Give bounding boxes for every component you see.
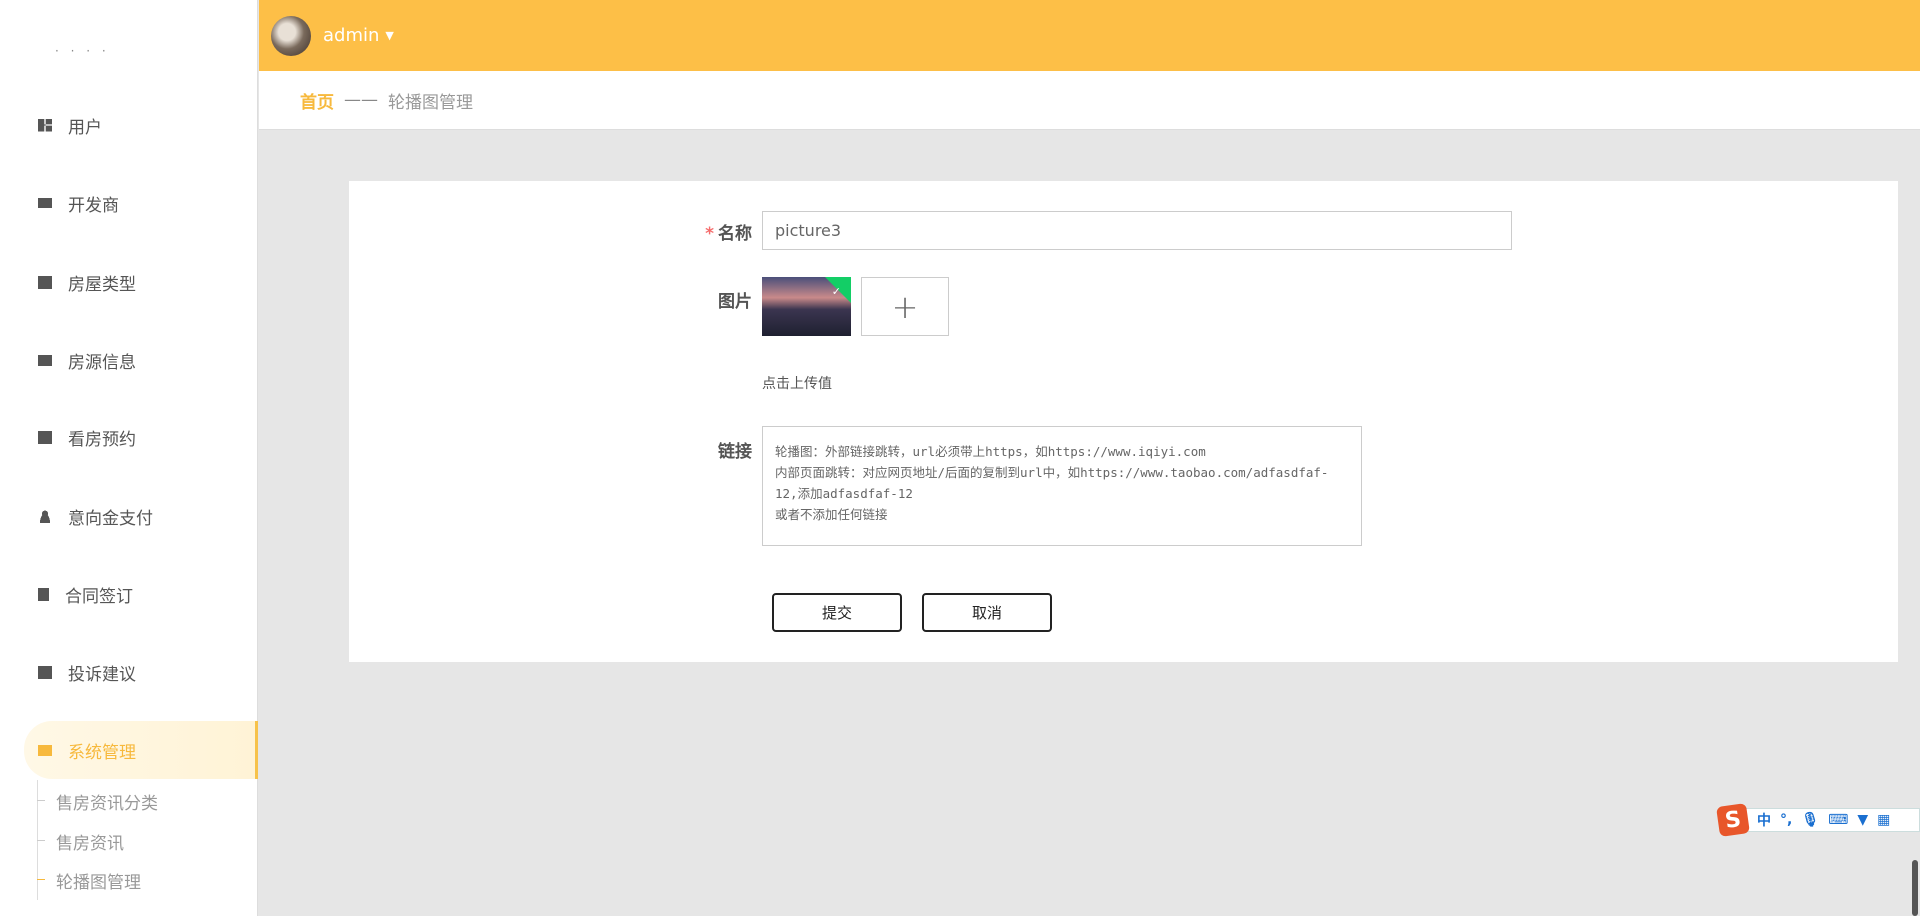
avatar[interactable] [271, 15, 311, 56]
wallet-icon [38, 198, 52, 208]
grid-icon [38, 118, 52, 132]
sidebar-item-developers[interactable]: 开发商 [0, 175, 258, 231]
breadcrumb-home[interactable]: 首页 [300, 88, 334, 113]
sidebar-item-label: 意向金支付 [68, 508, 153, 529]
apps-icon[interactable]: ▦ [1877, 812, 1890, 828]
username[interactable]: admin [323, 25, 379, 46]
sogou-logo-icon: S [1716, 803, 1750, 837]
uploaded-image-thumbnail[interactable]: ✓ [762, 277, 851, 336]
grid-icon [38, 275, 52, 289]
form-card: * 名称 picture3 图片 ✓ + 点击上传值 链接 轮播图：外部链接跳转，… [349, 181, 1898, 662]
breadcrumb: 首页 —— 轮播图管理 [259, 71, 1920, 130]
shirt-icon[interactable]: ▼ [1857, 812, 1868, 828]
sidebar-item-label: 开发商 [68, 195, 119, 216]
sidebar-item-listings[interactable]: 房源信息 [0, 332, 258, 388]
sidebar-item-label: 用户 [68, 117, 102, 138]
breadcrumb-current: 轮播图管理 [388, 92, 473, 113]
sidebar-item-label: 房屋类型 [68, 274, 136, 295]
sidebar-item-system[interactable]: 系统管理 [24, 721, 258, 779]
sidebar-item-contract[interactable]: 合同签订 [0, 566, 258, 622]
ime-mode[interactable]: 中 [1757, 810, 1771, 830]
submenu-news[interactable]: 售房资讯 [56, 829, 124, 854]
microphone-icon[interactable]: 🎙 [1801, 812, 1819, 828]
top-header: admin ▼ [259, 0, 1920, 71]
name-label: * 名称 [705, 224, 752, 244]
sidebar-item-house-types[interactable]: 房屋类型 [0, 254, 258, 310]
keyboard-icon[interactable]: ⌨ [1828, 812, 1848, 828]
ime-punct[interactable]: °, [1780, 812, 1792, 828]
submenu-news-category[interactable]: 售房资讯分类 [56, 789, 158, 814]
name-input[interactable]: picture3 [762, 211, 1512, 250]
cancel-button[interactable]: 取消 [922, 593, 1052, 632]
monitor-icon [38, 744, 52, 756]
caret-down-icon[interactable]: ▼ [385, 29, 393, 42]
sidebar-item-label: 看房预约 [68, 429, 136, 450]
breadcrumb-separator: —— [344, 90, 378, 110]
grid-icon [38, 665, 52, 679]
submit-button[interactable]: 提交 [772, 593, 902, 632]
sidebar: · · · · 用户 开发商 房屋类型 房源信息 看房预约 意向金支付 合同签订… [0, 0, 258, 916]
logo: · · · · [55, 44, 110, 58]
sidebar-item-label: 系统管理 [68, 742, 136, 763]
briefcase-icon [38, 354, 52, 366]
upload-hint: 点击上传值 [762, 376, 832, 392]
user-icon [38, 509, 52, 523]
ime-toolbar[interactable]: S 中 °, 🎙 ⌨ ▼ ▦ [1716, 803, 1920, 837]
sidebar-item-label: 房源信息 [68, 352, 136, 373]
sidebar-item-deposit[interactable]: 意向金支付 [0, 488, 258, 544]
sidebar-item-complaints[interactable]: 投诉建议 [0, 644, 258, 700]
sidebar-item-viewing[interactable]: 看房预约 [0, 409, 258, 465]
link-label: 链接 [718, 442, 752, 462]
upload-add-button[interactable]: + [861, 277, 949, 336]
book-icon [38, 430, 52, 444]
submenu-carousel[interactable]: 轮播图管理 [56, 868, 141, 893]
link-textarea[interactable]: 轮播图：外部链接跳转，url必须带上https，如https://www.iqi… [762, 426, 1362, 546]
sidebar-item-label: 投诉建议 [68, 664, 136, 685]
image-label: 图片 [718, 292, 752, 312]
check-icon: ✓ [831, 285, 841, 298]
scrollbar[interactable] [1912, 860, 1918, 916]
sidebar-item-label: 合同签订 [65, 586, 133, 607]
plus-icon: + [891, 287, 919, 326]
sidebar-item-users[interactable]: 用户 [0, 97, 258, 153]
clipboard-icon [38, 587, 49, 601]
